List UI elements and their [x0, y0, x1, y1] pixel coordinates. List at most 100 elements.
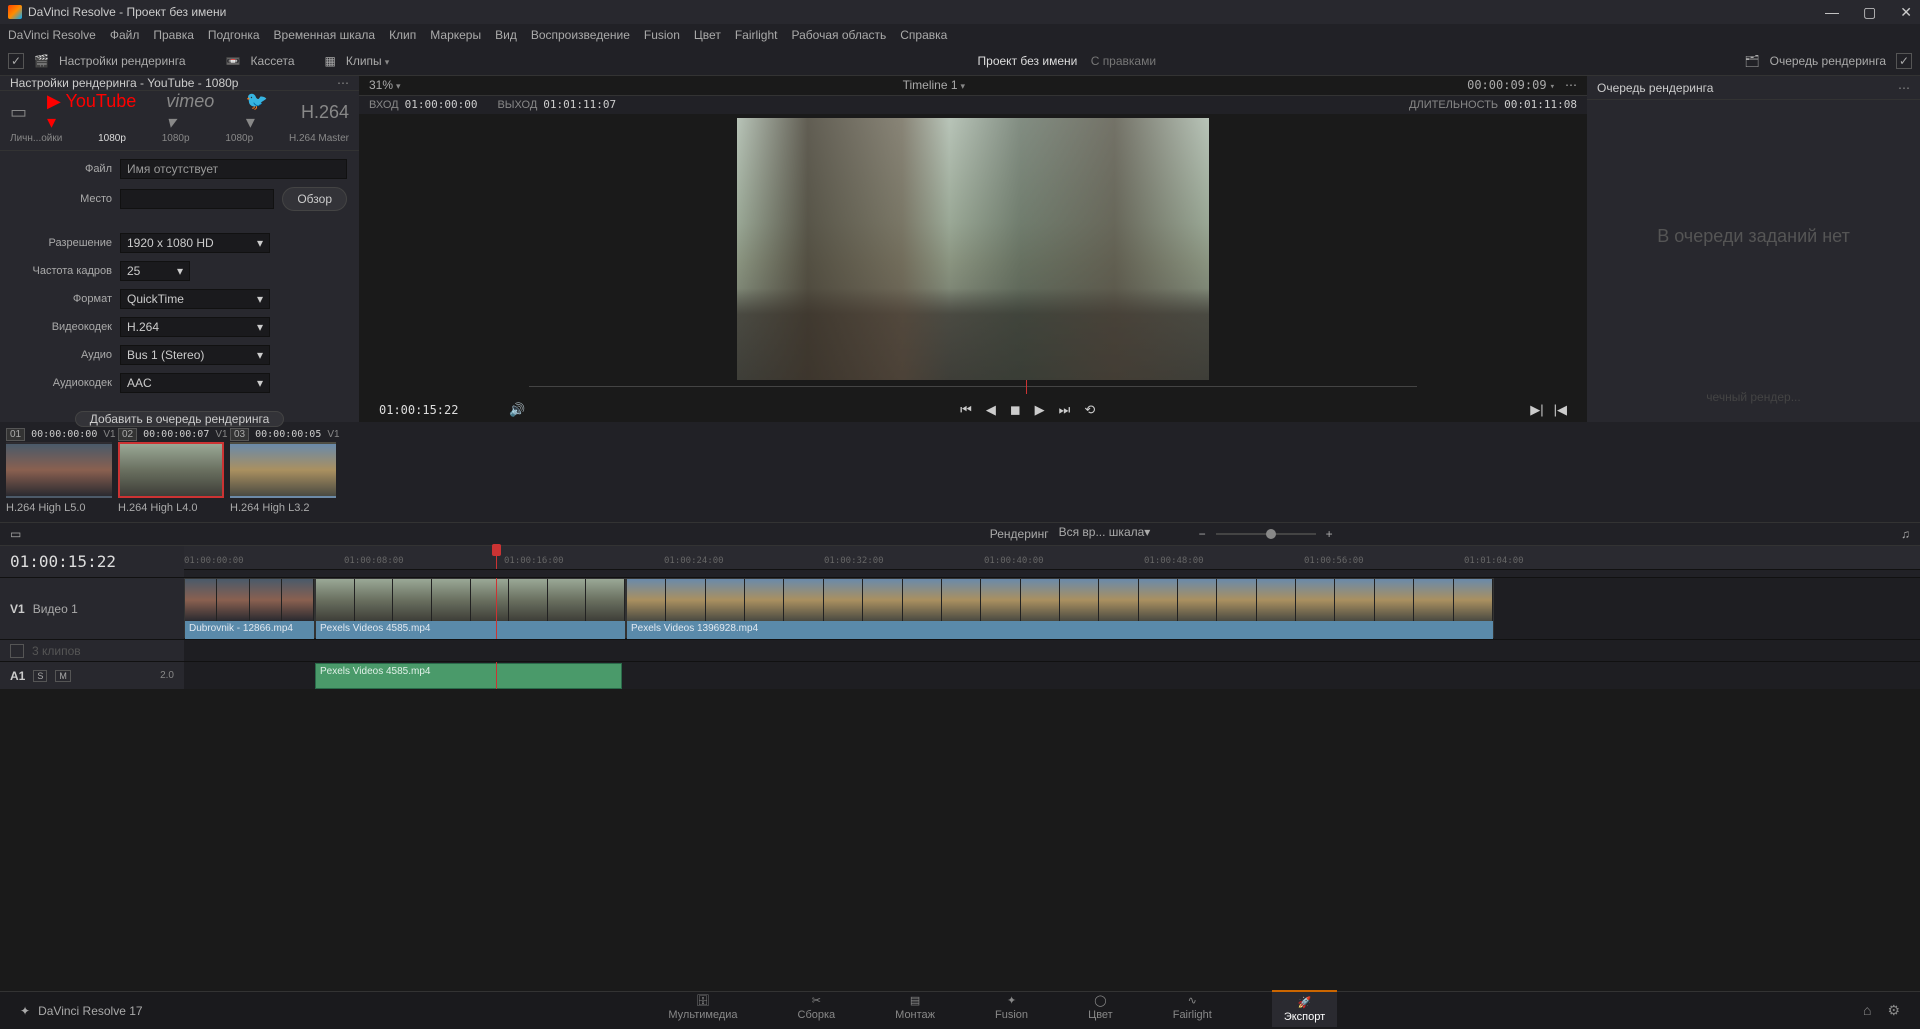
- add-to-queue-button[interactable]: Добавить в очередь рендеринга: [75, 411, 285, 427]
- ruler[interactable]: 01:00:00:0001:00:08:0001:00:16:0001:00:2…: [184, 546, 1920, 570]
- menu-item[interactable]: Цвет: [694, 28, 721, 42]
- step-back-button[interactable]: ◀: [986, 402, 996, 418]
- tab-cut[interactable]: ✂Сборка: [798, 994, 836, 1027]
- menu-item[interactable]: Воспроизведение: [531, 28, 630, 42]
- zoom-slider[interactable]: [1216, 533, 1316, 535]
- video-clip[interactable]: Dubrovnik - 12866.mp4: [184, 578, 315, 638]
- first-frame-button[interactable]: ⏮: [960, 402, 972, 418]
- format-label: Формат: [12, 293, 112, 305]
- bottombar: ✦ DaVinci Resolve 17 🗄Мультимедиа ✂Сборк…: [0, 991, 1920, 1029]
- track-enable[interactable]: [10, 644, 24, 658]
- audio-icon[interactable]: ♫: [1901, 527, 1910, 541]
- clip-count: 3 клипов: [32, 644, 81, 658]
- resolution-select[interactable]: 1920 x 1080 HD▾: [120, 233, 270, 253]
- menu-item[interactable]: Файл: [110, 28, 140, 42]
- format-select[interactable]: QuickTime▾: [120, 289, 270, 309]
- preset-label: 1080p: [225, 133, 253, 144]
- preset-youtube[interactable]: ▶ YouTube ▾: [47, 91, 146, 133]
- header-tc[interactable]: 00:00:09:09: [1467, 78, 1555, 92]
- last-frame-button[interactable]: ⏭: [1059, 402, 1071, 418]
- menu-item[interactable]: Рабочая область: [792, 28, 887, 42]
- prev-clip-button[interactable]: |◀: [1554, 402, 1567, 418]
- menu-item[interactable]: Временная шкала: [274, 28, 376, 42]
- ruler-tick: 01:01:04:00: [1464, 556, 1524, 566]
- loop-button[interactable]: ⟲: [1084, 402, 1095, 418]
- start-render-button[interactable]: чечный рендер...: [1597, 382, 1910, 412]
- video-clip[interactable]: Pexels Videos 1396928.mp4: [626, 578, 1494, 638]
- menu-item[interactable]: Вид: [495, 28, 517, 42]
- video-preview[interactable]: [737, 118, 1209, 380]
- menu-item[interactable]: Подгонка: [208, 28, 260, 42]
- video-lane[interactable]: Dubrovnik - 12866.mp4Pexels Videos 4585.…: [184, 577, 1920, 639]
- preset-twitter[interactable]: 🐦 ▾: [246, 91, 281, 133]
- ruler-tick: 01:00:00:00: [184, 556, 244, 566]
- clip-card[interactable]: 0200:00:00:07V1H.264 High L4.0: [118, 426, 224, 518]
- tab-edit[interactable]: ▤Монтаж: [895, 994, 935, 1027]
- clip-card[interactable]: 0300:00:00:05V1H.264 High L3.2: [230, 426, 336, 518]
- tab-deliver[interactable]: 🚀Экспорт: [1272, 990, 1337, 1027]
- next-clip-button[interactable]: ▶|: [1530, 402, 1543, 418]
- play-button[interactable]: ▶: [1035, 402, 1045, 418]
- menu-item[interactable]: Маркеры: [430, 28, 481, 42]
- render-settings-button[interactable]: Настройки рендеринга: [59, 54, 186, 68]
- audio-select[interactable]: Bus 1 (Stereo)▾: [120, 345, 270, 365]
- audio-lane[interactable]: Pexels Videos 4585.mp4: [184, 661, 1920, 689]
- solo-button[interactable]: S: [33, 670, 47, 682]
- tape-button[interactable]: Кассета: [251, 54, 295, 68]
- location-input[interactable]: [120, 189, 274, 209]
- audio-clip[interactable]: Pexels Videos 4585.mp4: [315, 663, 622, 689]
- home-button[interactable]: ⌂: [1863, 1002, 1871, 1019]
- preset-custom[interactable]: ▭: [10, 102, 27, 123]
- timeline-dropdown[interactable]: Timeline 1: [401, 78, 1468, 92]
- close-button[interactable]: ✕: [1900, 4, 1912, 21]
- render-scale-select[interactable]: Вся вр... шкала▾: [1059, 525, 1159, 543]
- preset-vimeo[interactable]: vimeo ▾: [166, 91, 226, 133]
- panel-toggle-left[interactable]: ✓: [8, 53, 24, 69]
- audio-label: Аудио: [12, 349, 112, 361]
- zoom-dropdown[interactable]: 31%: [369, 78, 401, 92]
- video-clip[interactable]: Pexels Videos 4585.mp4: [315, 578, 626, 638]
- queue-icon: 🗂: [1744, 54, 1759, 68]
- stop-button[interactable]: ◼: [1010, 402, 1021, 418]
- clips-button[interactable]: Клипы: [346, 54, 389, 68]
- menu-item[interactable]: Справка: [900, 28, 947, 42]
- zoom-out-button[interactable]: −: [1199, 527, 1206, 541]
- tab-color[interactable]: ◯Цвет: [1088, 994, 1113, 1027]
- file-input[interactable]: Имя отсутствует: [120, 159, 347, 179]
- preset-label: Личн...ойки: [10, 133, 62, 144]
- render-queue-button[interactable]: Очередь рендеринга: [1770, 54, 1886, 68]
- mute-button[interactable]: M: [55, 670, 71, 682]
- panel-menu-button[interactable]: ⋯: [337, 76, 349, 90]
- panel-toggle-right[interactable]: ✓: [1896, 53, 1912, 69]
- menubar: DaVinci Resolve Файл Правка Подгонка Вре…: [0, 24, 1920, 46]
- menu-item[interactable]: Fusion: [644, 28, 680, 42]
- fps-select[interactable]: 25▾: [120, 261, 190, 281]
- zoom-in-button[interactable]: +: [1326, 527, 1333, 541]
- menu-item[interactable]: Правка: [153, 28, 194, 42]
- menu-item[interactable]: DaVinci Resolve: [8, 28, 96, 42]
- queue-menu[interactable]: ⋯: [1898, 81, 1910, 95]
- minimize-button[interactable]: —: [1825, 4, 1839, 21]
- maximize-button[interactable]: ▢: [1863, 4, 1876, 21]
- file-label: Файл: [12, 163, 112, 175]
- settings-button[interactable]: ⚙: [1887, 1002, 1900, 1019]
- transport-tc: 01:00:15:22: [379, 403, 499, 417]
- track-v1-name: V1: [10, 602, 25, 616]
- preset-h264[interactable]: H.264: [301, 102, 349, 123]
- menu-item[interactable]: Клип: [389, 28, 416, 42]
- browse-button[interactable]: Обзор: [282, 187, 347, 211]
- timeline-view-icon[interactable]: ▭: [10, 527, 21, 541]
- ruler-tick: 01:00:32:00: [824, 556, 884, 566]
- ruler-tick: 01:00:56:00: [1304, 556, 1364, 566]
- viewer-menu[interactable]: ⋯: [1565, 78, 1577, 92]
- scrub-bar[interactable]: [529, 380, 1417, 394]
- clip-card[interactable]: 0100:00:00:00V1H.264 High L5.0: [6, 426, 112, 518]
- tab-fairlight[interactable]: ∿Fairlight: [1173, 994, 1212, 1027]
- menu-item[interactable]: Fairlight: [735, 28, 778, 42]
- vcodec-select[interactable]: H.264▾: [120, 317, 270, 337]
- tab-media[interactable]: 🗄Мультимедиа: [668, 994, 737, 1027]
- acodec-select[interactable]: AAC▾: [120, 373, 270, 393]
- tab-fusion[interactable]: ✦Fusion: [995, 994, 1028, 1027]
- ruler-tick: 01:00:08:00: [344, 556, 404, 566]
- speaker-icon[interactable]: 🔊: [509, 402, 525, 418]
